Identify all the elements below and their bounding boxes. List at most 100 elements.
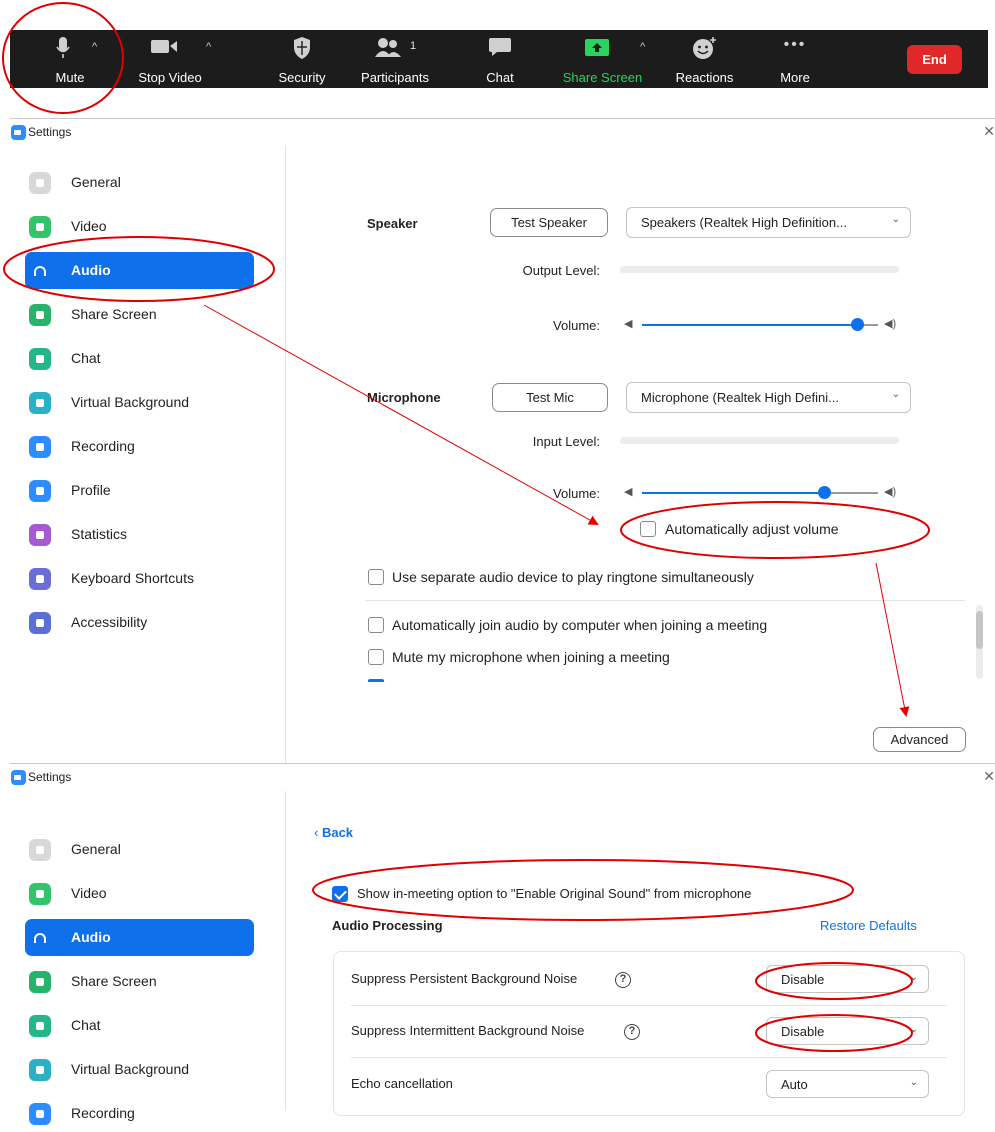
suppress-intermittent-noise-select[interactable]: Disable ⌄ (766, 1017, 929, 1045)
volume-fill (642, 492, 824, 494)
volume-low-icon: ◀ (624, 486, 633, 498)
sidebar-item-video[interactable]: Video (25, 208, 254, 245)
more-label: More (780, 70, 810, 85)
mute-on-join-checkbox[interactable] (368, 649, 384, 665)
sidebar-item-label: Keyboard Shortcuts (71, 570, 194, 586)
close-icon[interactable]: ✕ (983, 123, 995, 140)
security-button[interactable]: Security (272, 30, 332, 88)
settings-sidebar: General Video Audio Share Screen Chat Virtual… (10, 791, 286, 1125)
help-icon[interactable]: ? (615, 972, 631, 988)
sidebar-item-label: Chat (71, 1017, 101, 1033)
restore-defaults-link[interactable]: Restore Defaults (820, 918, 917, 933)
output-level-label: Output Level: (522, 263, 600, 278)
sidebar-item-general[interactable]: General (25, 831, 254, 868)
reaction-smile-icon (692, 37, 716, 59)
virtual-background-icon (29, 1059, 51, 1081)
video-caret-icon[interactable]: ^ (206, 41, 211, 53)
microphone-device-select[interactable]: Microphone (Realtek High Defini... ⌄ (626, 382, 911, 413)
scrollbar-track[interactable] (976, 605, 983, 679)
video-camera-icon (151, 40, 177, 53)
sidebar-item-audio[interactable]: Audio (25, 919, 254, 956)
suppress-persistent-noise-label: Suppress Persistent Background Noise (351, 971, 578, 986)
speaker-label: Speaker (367, 216, 418, 231)
mute-button[interactable]: ^ Mute (30, 30, 110, 88)
sidebar-item-profile[interactable]: Profile (25, 472, 254, 509)
end-meeting-button[interactable]: End (907, 45, 962, 74)
sidebar-item-video[interactable]: Video (25, 875, 254, 912)
sidebar-item-chat[interactable]: Chat (25, 340, 254, 377)
participants-button[interactable]: 1 Participants (350, 30, 440, 88)
sidebar-item-share-screen[interactable]: Share Screen (25, 963, 254, 1000)
auto-adjust-volume-checkbox[interactable] (640, 521, 656, 537)
sidebar-item-keyboard-shortcuts[interactable]: Keyboard Shortcuts (25, 560, 254, 597)
volume-high-icon: ◀) (884, 486, 897, 498)
volume-rest (823, 492, 878, 494)
test-mic-button[interactable]: Test Mic (492, 383, 608, 412)
share-screen-icon (29, 304, 51, 326)
suppress-intermittent-noise-label: Suppress Intermittent Background Noise (351, 1023, 585, 1038)
chevron-down-icon: ⌄ (891, 389, 900, 400)
share-screen-icon (29, 971, 51, 993)
chat-label: Chat (486, 70, 514, 85)
sidebar-item-chat[interactable]: Chat (25, 1007, 254, 1044)
output-level-meter (620, 266, 899, 273)
sidebar-item-virtual-background[interactable]: Virtual Background (25, 384, 254, 421)
echo-cancellation-select[interactable]: Auto ⌄ (766, 1070, 929, 1098)
microphone-icon (56, 37, 70, 58)
sidebar-item-virtual-background[interactable]: Virtual Background (25, 1051, 254, 1088)
scrollbar-thumb[interactable] (976, 611, 983, 649)
back-label: Back (321, 825, 354, 840)
sidebar-item-label: Virtual Background (71, 1061, 190, 1077)
divider (365, 600, 965, 601)
sidebar-item-general[interactable]: General (25, 164, 254, 201)
reactions-button[interactable]: Reactions (667, 30, 742, 88)
volume-knob[interactable] (817, 486, 831, 499)
sidebar-item-recording[interactable]: Recording (25, 1095, 254, 1132)
shield-icon (294, 37, 310, 59)
stop-video-label: Stop Video (138, 70, 202, 85)
partially-hidden-checkbox[interactable] (368, 679, 384, 682)
sidebar-item-audio[interactable]: Audio (25, 252, 254, 289)
suppress-intermittent-noise-value: Disable (781, 1024, 825, 1039)
sidebar-item-label: Chat (71, 350, 101, 366)
zoom-app-icon (11, 125, 26, 140)
more-button[interactable]: ••• More (770, 30, 820, 88)
mute-caret-icon[interactable]: ^ (92, 41, 97, 53)
auto-join-audio-checkbox[interactable] (368, 617, 384, 633)
window-title: Settings (28, 125, 72, 139)
volume-high-icon: ◀) (884, 318, 897, 330)
sidebar-item-label: General (71, 841, 121, 857)
chevron-down-icon: ⌄ (891, 214, 900, 225)
microphone-label: Microphone (367, 390, 441, 405)
stop-video-button[interactable]: ^ Stop Video (125, 30, 215, 88)
sidebar-item-share-screen[interactable]: Share Screen (25, 296, 254, 333)
advanced-button[interactable]: Advanced (873, 727, 966, 752)
microphone-volume-slider[interactable]: ◀ ◀) (624, 484, 914, 502)
separate-ringtone-device-checkbox[interactable] (368, 569, 384, 585)
chat-button[interactable]: Chat (475, 30, 525, 88)
close-icon[interactable]: ✕ (983, 768, 995, 785)
speaker-device-value: Speakers (Realtek High Definition... (641, 215, 847, 230)
sidebar-item-statistics[interactable]: Statistics (25, 516, 254, 553)
echo-cancellation-label: Echo cancellation (351, 1076, 453, 1091)
back-link[interactable]: ‹ Back (314, 825, 353, 840)
suppress-persistent-noise-value: Disable (781, 972, 825, 987)
help-icon[interactable]: ? (624, 1024, 640, 1040)
enable-original-sound-checkbox[interactable] (332, 886, 348, 902)
sidebar-item-label: Profile (71, 482, 111, 498)
speaker-device-select[interactable]: Speakers (Realtek High Definition... ⌄ (626, 207, 911, 238)
participants-icon (375, 38, 401, 57)
gear-icon (29, 839, 51, 861)
share-screen-button[interactable]: ^ Share Screen (555, 30, 650, 88)
auto-join-audio-label: Automatically join audio by computer whe… (392, 617, 768, 633)
microphone-device-value: Microphone (Realtek High Defini... (641, 390, 839, 405)
share-caret-icon[interactable]: ^ (640, 41, 645, 53)
test-speaker-button[interactable]: Test Speaker (490, 208, 608, 237)
chat-icon (489, 38, 511, 56)
sidebar-item-recording[interactable]: Recording (25, 428, 254, 465)
volume-knob[interactable] (850, 318, 864, 331)
settings-sidebar: General Video Audio Share Screen Chat Virtual… (10, 146, 286, 763)
speaker-volume-slider[interactable]: ◀ ◀) (624, 316, 914, 334)
suppress-persistent-noise-select[interactable]: Disable ⌄ (766, 965, 929, 993)
sidebar-item-accessibility[interactable]: Accessibility (25, 604, 254, 641)
